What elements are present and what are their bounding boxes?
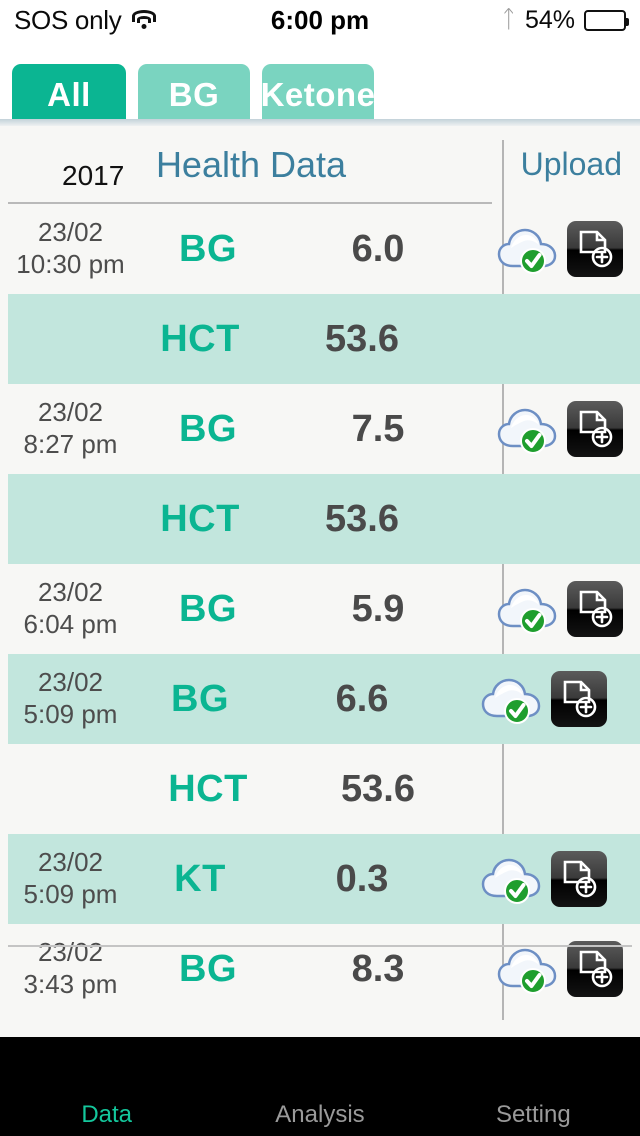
row-timestamp: 23/02 5:09 pm	[0, 667, 143, 730]
cloud-uploaded-icon[interactable]	[481, 854, 543, 904]
table-row[interactable]: 23/02 5:09 pm BG 6.6	[8, 654, 640, 744]
row-upload-actions	[483, 941, 640, 997]
row-time: 10:30 pm	[16, 249, 125, 279]
table-row[interactable]: 23/02 6:04 pm BG 5.9	[0, 564, 640, 654]
document-add-icon[interactable]	[551, 671, 607, 727]
cloud-uploaded-icon[interactable]	[497, 224, 559, 274]
table-row[interactable]: HCT 53.6	[8, 474, 640, 564]
filter-tab-bar: All BG Ketone	[0, 40, 640, 126]
row-date: 23/02	[37, 397, 104, 428]
bluetooth-icon: ᛏ	[501, 6, 516, 33]
battery-percent-label: 54%	[524, 5, 575, 34]
health-data-table: 2017 Health Data Upload 23/02 10:30 pm BG 6…	[0, 126, 640, 1023]
tab-bar-shadow	[0, 119, 640, 126]
tab-bg[interactable]: BG	[138, 64, 250, 126]
table-row[interactable]: 23/02 10:30 pm BG 6.0	[0, 204, 640, 294]
table-row[interactable]: 23/02 3:43 pm BG 8.3	[0, 924, 640, 1014]
row-measure-value: 53.6	[325, 317, 399, 360]
row-upload-actions	[483, 401, 640, 457]
table-row[interactable]: 23/02 8:27 pm BG 7.5	[0, 384, 640, 474]
row-measure-type: KT	[174, 857, 226, 900]
row-time: 3:43 pm	[23, 969, 118, 999]
nav-item-setting[interactable]: Setting	[427, 1037, 640, 1136]
upload-column-header[interactable]: Upload	[521, 146, 622, 183]
row-timestamp: 23/02 8:27 pm	[0, 397, 143, 460]
row-timestamp: 23/02 10:30 pm	[0, 217, 143, 280]
row-date: 23/02	[37, 667, 104, 698]
cloud-uploaded-icon[interactable]	[497, 584, 559, 634]
cloud-uploaded-icon[interactable]	[497, 944, 559, 994]
table-row[interactable]: HCT 53.6	[0, 744, 640, 834]
tab-ketone[interactable]: Ketone	[261, 64, 375, 126]
row-measure-type: BG	[179, 227, 237, 270]
nav-label-data: Data	[81, 1100, 133, 1128]
row-upload-actions	[483, 581, 640, 637]
row-date: 23/02	[37, 217, 104, 248]
row-measure-value: 6.0	[351, 227, 405, 270]
row-date: 23/02	[37, 847, 104, 878]
row-measure-type: BG	[171, 677, 229, 720]
row-measure-value: 0.3	[335, 857, 389, 900]
bottom-navigation-bar: Data Analysis Setting	[0, 1037, 640, 1136]
row-date: 23/02	[37, 577, 104, 608]
nav-label-analysis: Analysis	[275, 1100, 365, 1128]
row-time: 5:09 pm	[23, 879, 118, 909]
table-bottom-divider	[8, 945, 632, 947]
row-measure-value: 6.6	[335, 677, 389, 720]
document-add-icon[interactable]	[567, 941, 623, 997]
row-time: 5:09 pm	[23, 699, 118, 729]
row-measure-value: 53.6	[341, 767, 415, 810]
row-timestamp: 23/02 5:09 pm	[0, 847, 143, 910]
row-measure-type: BG	[179, 587, 237, 630]
cloud-uploaded-icon[interactable]	[497, 404, 559, 454]
battery-icon	[584, 9, 629, 31]
document-add-icon[interactable]	[567, 401, 623, 457]
row-measure-type: BG	[179, 407, 237, 450]
status-bar: SOS only 6:00 pm ᛏ 54%	[0, 0, 640, 40]
document-add-icon[interactable]	[567, 221, 623, 277]
row-measure-value: 53.6	[325, 497, 399, 540]
row-measure-type: BG	[179, 947, 237, 990]
row-upload-actions	[467, 851, 640, 907]
row-time: 6:04 pm	[23, 609, 118, 639]
status-bar-right: ᛏ 54%	[502, 6, 640, 35]
row-upload-actions	[483, 221, 640, 277]
row-timestamp: 23/02 6:04 pm	[0, 577, 143, 640]
tab-all[interactable]: All	[12, 64, 126, 126]
row-measure-value: 7.5	[351, 407, 405, 450]
nav-label-setting: Setting	[495, 1100, 571, 1128]
data-row-list: 23/02 10:30 pm BG 6.0 HCT 53.6 23/02 8:27 pm BG…	[0, 204, 640, 1014]
row-time: 8:27 pm	[23, 429, 118, 459]
cloud-uploaded-icon[interactable]	[481, 674, 543, 724]
table-header: 2017 Health Data Upload	[0, 126, 640, 204]
nav-item-data[interactable]: Data	[0, 1037, 213, 1136]
row-date: 23/02	[37, 937, 104, 968]
document-add-icon[interactable]	[551, 851, 607, 907]
row-upload-actions	[467, 671, 640, 727]
row-measure-type: HCT	[168, 767, 248, 810]
row-measure-value: 5.9	[351, 587, 405, 630]
nav-item-analysis[interactable]: Analysis	[213, 1037, 426, 1136]
row-measure-type: HCT	[160, 497, 240, 540]
document-add-icon[interactable]	[567, 581, 623, 637]
row-measure-type: HCT	[160, 317, 240, 360]
row-measure-value: 8.3	[351, 947, 405, 990]
table-row[interactable]: 23/02 5:09 pm KT 0.3	[8, 834, 640, 924]
table-row[interactable]: HCT 53.6	[8, 294, 640, 384]
